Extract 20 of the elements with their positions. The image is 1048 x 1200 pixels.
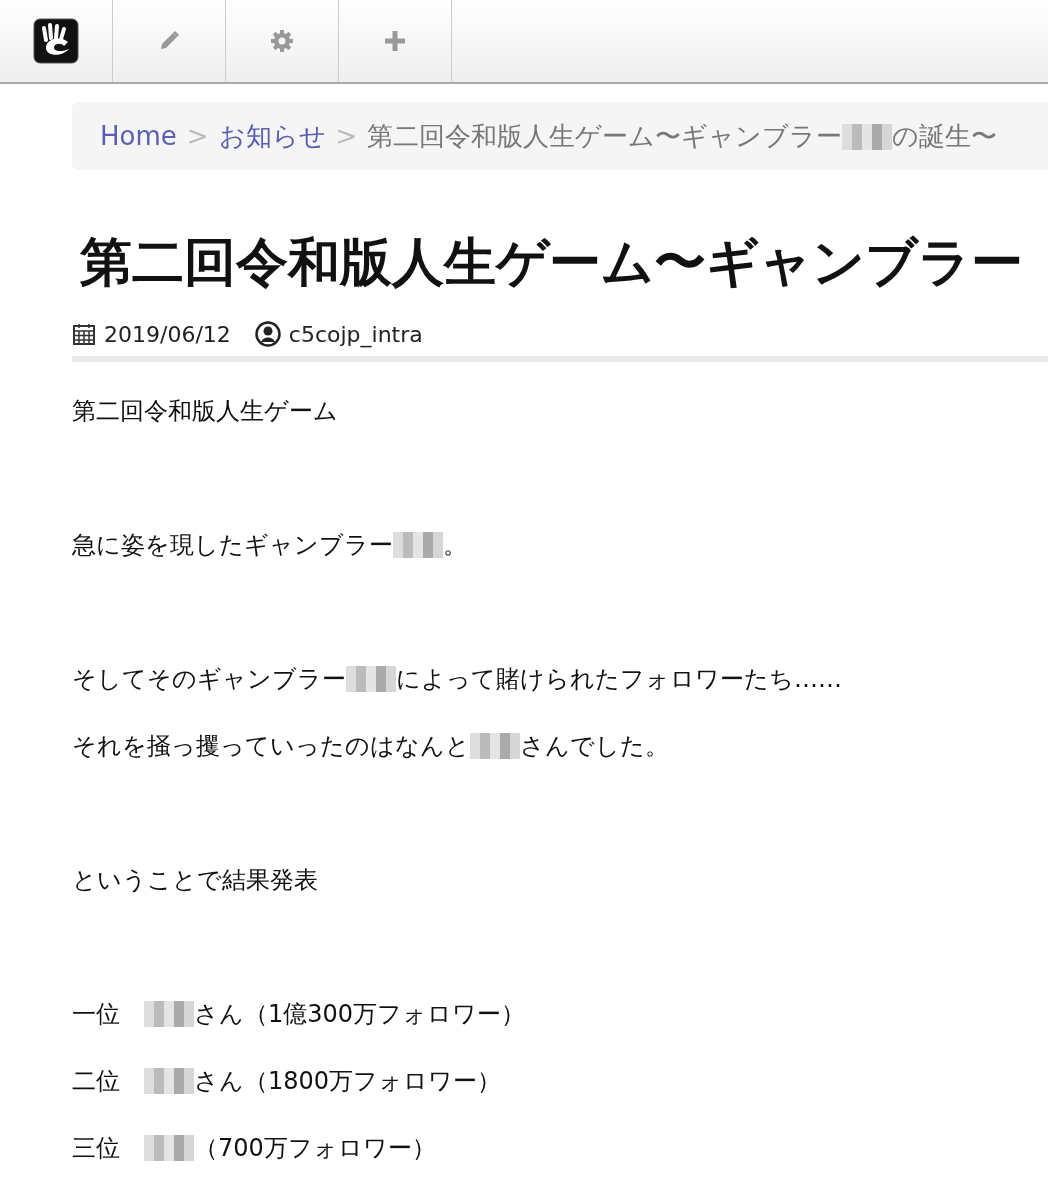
post-author: c5cojp_intra [288, 321, 423, 347]
post-date: 2019/06/12 [104, 321, 231, 347]
breadcrumb-link[interactable]: Home [100, 121, 177, 151]
breadcrumb-separator: > [186, 121, 209, 151]
body-text: 二位 さん（1800万フォロワー） [72, 1067, 502, 1095]
breadcrumb-separator: > [335, 121, 358, 151]
user-icon [254, 321, 281, 347]
plus-icon [384, 30, 406, 52]
body-text: ということで結果発表 [72, 866, 318, 894]
body-text: それを掻っ攫っていったのはなんと さんでした。 [72, 732, 669, 760]
body-text: 第二回令和版人生ゲーム [72, 397, 338, 425]
article-title: 第二回令和版人生ゲーム〜ギャンブラー [80, 231, 1024, 294]
body-text: 一位 さん（1億300万フォロワー） [72, 1000, 526, 1028]
body-text: 三位 （700万フォロワー） [72, 1134, 436, 1162]
body-text: 急に姿を現したギャンブラー 。 [72, 531, 467, 559]
breadcrumb-link[interactable]: お知らせ [218, 118, 326, 154]
breadcrumb-current: 第二回令和版人生ゲーム〜ギャンブラー の誕生〜 [367, 119, 998, 153]
body-text: そしてそのギャンブラー によって賭けられたフォロワーたち…… [72, 665, 842, 693]
hand-logo-icon [33, 18, 79, 64]
calendar-icon [72, 322, 96, 346]
